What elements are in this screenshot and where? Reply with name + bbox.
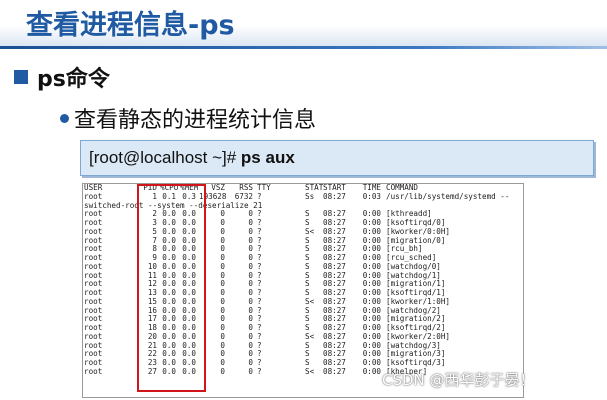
square-bullet-icon xyxy=(14,70,28,84)
row-command: /usr/lib/systemd/systemd -- xyxy=(386,191,510,201)
bullet-level-1: ps命令 xyxy=(14,62,110,92)
row-start: 08:27 xyxy=(323,191,346,201)
row-time: 0:03 xyxy=(362,191,381,201)
row-user: root xyxy=(84,366,103,376)
row-rss: 0 xyxy=(248,366,253,376)
command-prompt: [root@localhost ~]# xyxy=(89,148,241,167)
bullet-ps-command: ps命令 xyxy=(37,67,110,92)
row-time: 0:00 xyxy=(362,366,381,376)
row-stat: Ss xyxy=(305,191,315,201)
command-text: ps aux xyxy=(240,148,295,167)
row-start: 08:27 xyxy=(323,366,346,376)
watermark: CSDN @西华彭于晏！ xyxy=(382,371,535,389)
header-divider xyxy=(0,46,607,49)
row-stat: S< xyxy=(305,366,315,376)
row-tty: ? xyxy=(257,366,262,376)
bullet-static-process-info: 查看静态的进程统计信息 xyxy=(74,108,317,133)
dot-bullet-icon xyxy=(60,113,69,123)
bullet-level-2: 查看静态的进程统计信息 xyxy=(60,103,316,133)
pid-cpu-mem-highlight xyxy=(137,184,206,392)
command-box: [root@localhost ~]# ps aux xyxy=(80,140,594,176)
slide-title: 查看进程信息-ps xyxy=(26,10,235,41)
slide-header: 查看进程信息-ps xyxy=(0,0,607,46)
